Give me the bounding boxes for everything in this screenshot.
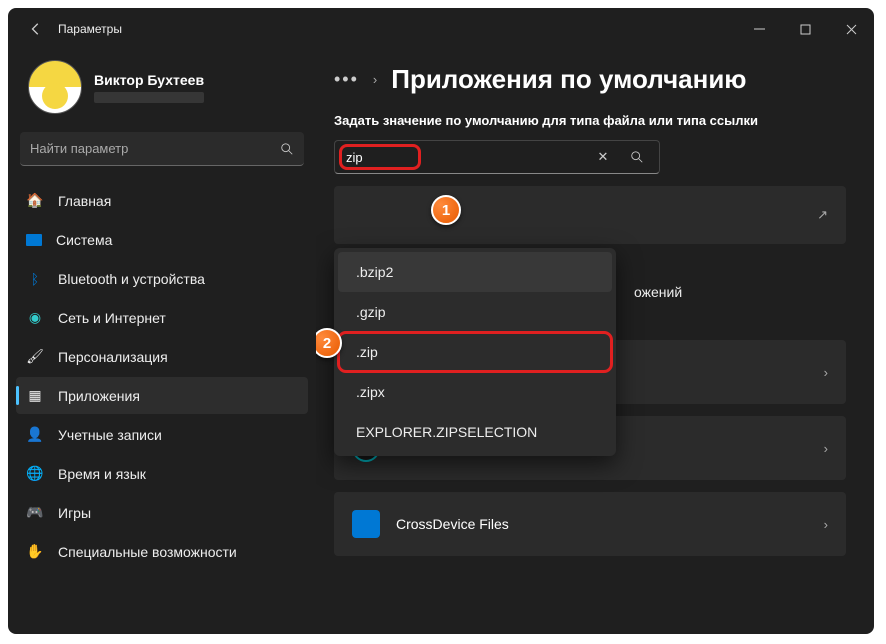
window-title: Параметры bbox=[58, 22, 122, 36]
user-name: Виктор Бухтеев bbox=[94, 72, 204, 88]
page-title: Приложения по умолчанию bbox=[391, 64, 746, 95]
sidebar-item-bluetooth[interactable]: ᛒBluetooth и устройства bbox=[16, 260, 308, 297]
sidebar-item-gaming[interactable]: 🎮Игры bbox=[16, 494, 308, 531]
chevron-right-icon: › bbox=[824, 365, 828, 380]
content: ••• › Приложения по умолчанию Задать зна… bbox=[316, 50, 874, 634]
search-button[interactable] bbox=[623, 143, 651, 171]
apps-icon: ▦ bbox=[26, 387, 44, 405]
sidebar-item-time[interactable]: 🌐Время и язык bbox=[16, 455, 308, 492]
account-icon: 👤 bbox=[26, 426, 44, 444]
close-button[interactable] bbox=[828, 11, 874, 47]
accessibility-icon: ✋ bbox=[26, 543, 44, 561]
sidebar-item-accessibility[interactable]: ✋Специальные возможности bbox=[16, 533, 308, 570]
chevron-right-icon: › bbox=[824, 517, 828, 532]
maximize-button[interactable] bbox=[782, 11, 828, 47]
user-block[interactable]: Виктор Бухтеев bbox=[16, 50, 308, 132]
sidebar-search[interactable] bbox=[20, 132, 304, 166]
chevron-right-icon: › bbox=[824, 441, 828, 456]
wifi-icon: ◉ bbox=[26, 309, 44, 327]
user-email-hidden bbox=[94, 92, 204, 103]
nav: 🏠Главная Система ᛒBluetooth и устройства… bbox=[16, 182, 308, 570]
sidebar-item-system[interactable]: Система bbox=[16, 221, 308, 258]
filetype-highlight bbox=[339, 144, 421, 170]
back-button[interactable] bbox=[20, 13, 52, 45]
time-icon: 🌐 bbox=[26, 465, 44, 483]
filetype-dropdown: .bzip2 .gzip .zip .zipx EXPLORER.ZIPSELE… bbox=[334, 248, 616, 456]
app-row-crossdevice[interactable]: CrossDevice Files › bbox=[334, 492, 846, 556]
crossdevice-icon bbox=[352, 510, 380, 538]
brush-icon: 🖌 bbox=[26, 348, 44, 366]
dropdown-item-zip[interactable]: .zip bbox=[338, 332, 612, 372]
titlebar: Параметры bbox=[8, 8, 874, 50]
dropdown-item[interactable]: EXPLORER.ZIPSELECTION bbox=[338, 412, 612, 452]
filetype-search[interactable]: ✕ bbox=[334, 140, 660, 174]
sidebar-item-apps[interactable]: ▦Приложения bbox=[16, 377, 308, 414]
dropdown-item[interactable]: .gzip bbox=[338, 292, 612, 332]
bluetooth-icon: ᛒ bbox=[26, 270, 44, 288]
annotation-badge-1: 1 bbox=[431, 195, 461, 225]
games-icon: 🎮 bbox=[26, 504, 44, 522]
home-icon: 🏠 bbox=[26, 192, 44, 210]
breadcrumb: ••• › Приложения по умолчанию bbox=[334, 64, 846, 95]
minimize-button[interactable] bbox=[736, 11, 782, 47]
search-icon bbox=[280, 142, 294, 156]
sidebar-search-input[interactable] bbox=[30, 141, 280, 156]
dropdown-item[interactable]: .bzip2 bbox=[338, 252, 612, 292]
card-partial[interactable]: ↗ bbox=[334, 186, 846, 244]
open-external-icon: ↗ bbox=[817, 207, 828, 223]
settings-window: Параметры Виктор Бухтеев 🏠Главная Систем bbox=[8, 8, 874, 634]
clear-button[interactable]: ✕ bbox=[589, 143, 617, 171]
chevron-right-icon: › bbox=[373, 72, 377, 87]
sidebar: Виктор Бухтеев 🏠Главная Система ᛒBluetoo… bbox=[8, 50, 316, 634]
filetype-input[interactable] bbox=[346, 150, 414, 165]
sidebar-item-accounts[interactable]: 👤Учетные записи bbox=[16, 416, 308, 453]
sidebar-item-personalization[interactable]: 🖌Персонализация bbox=[16, 338, 308, 375]
breadcrumb-more[interactable]: ••• bbox=[334, 69, 359, 90]
dropdown-item[interactable]: .zipx bbox=[338, 372, 612, 412]
sidebar-item-network[interactable]: ◉Сеть и Интернет bbox=[16, 299, 308, 336]
system-icon bbox=[26, 234, 42, 246]
avatar bbox=[28, 60, 82, 114]
section-subtitle: Задать значение по умолчанию для типа фа… bbox=[334, 113, 846, 128]
window-controls bbox=[736, 11, 874, 47]
sidebar-item-home[interactable]: 🏠Главная bbox=[16, 182, 308, 219]
